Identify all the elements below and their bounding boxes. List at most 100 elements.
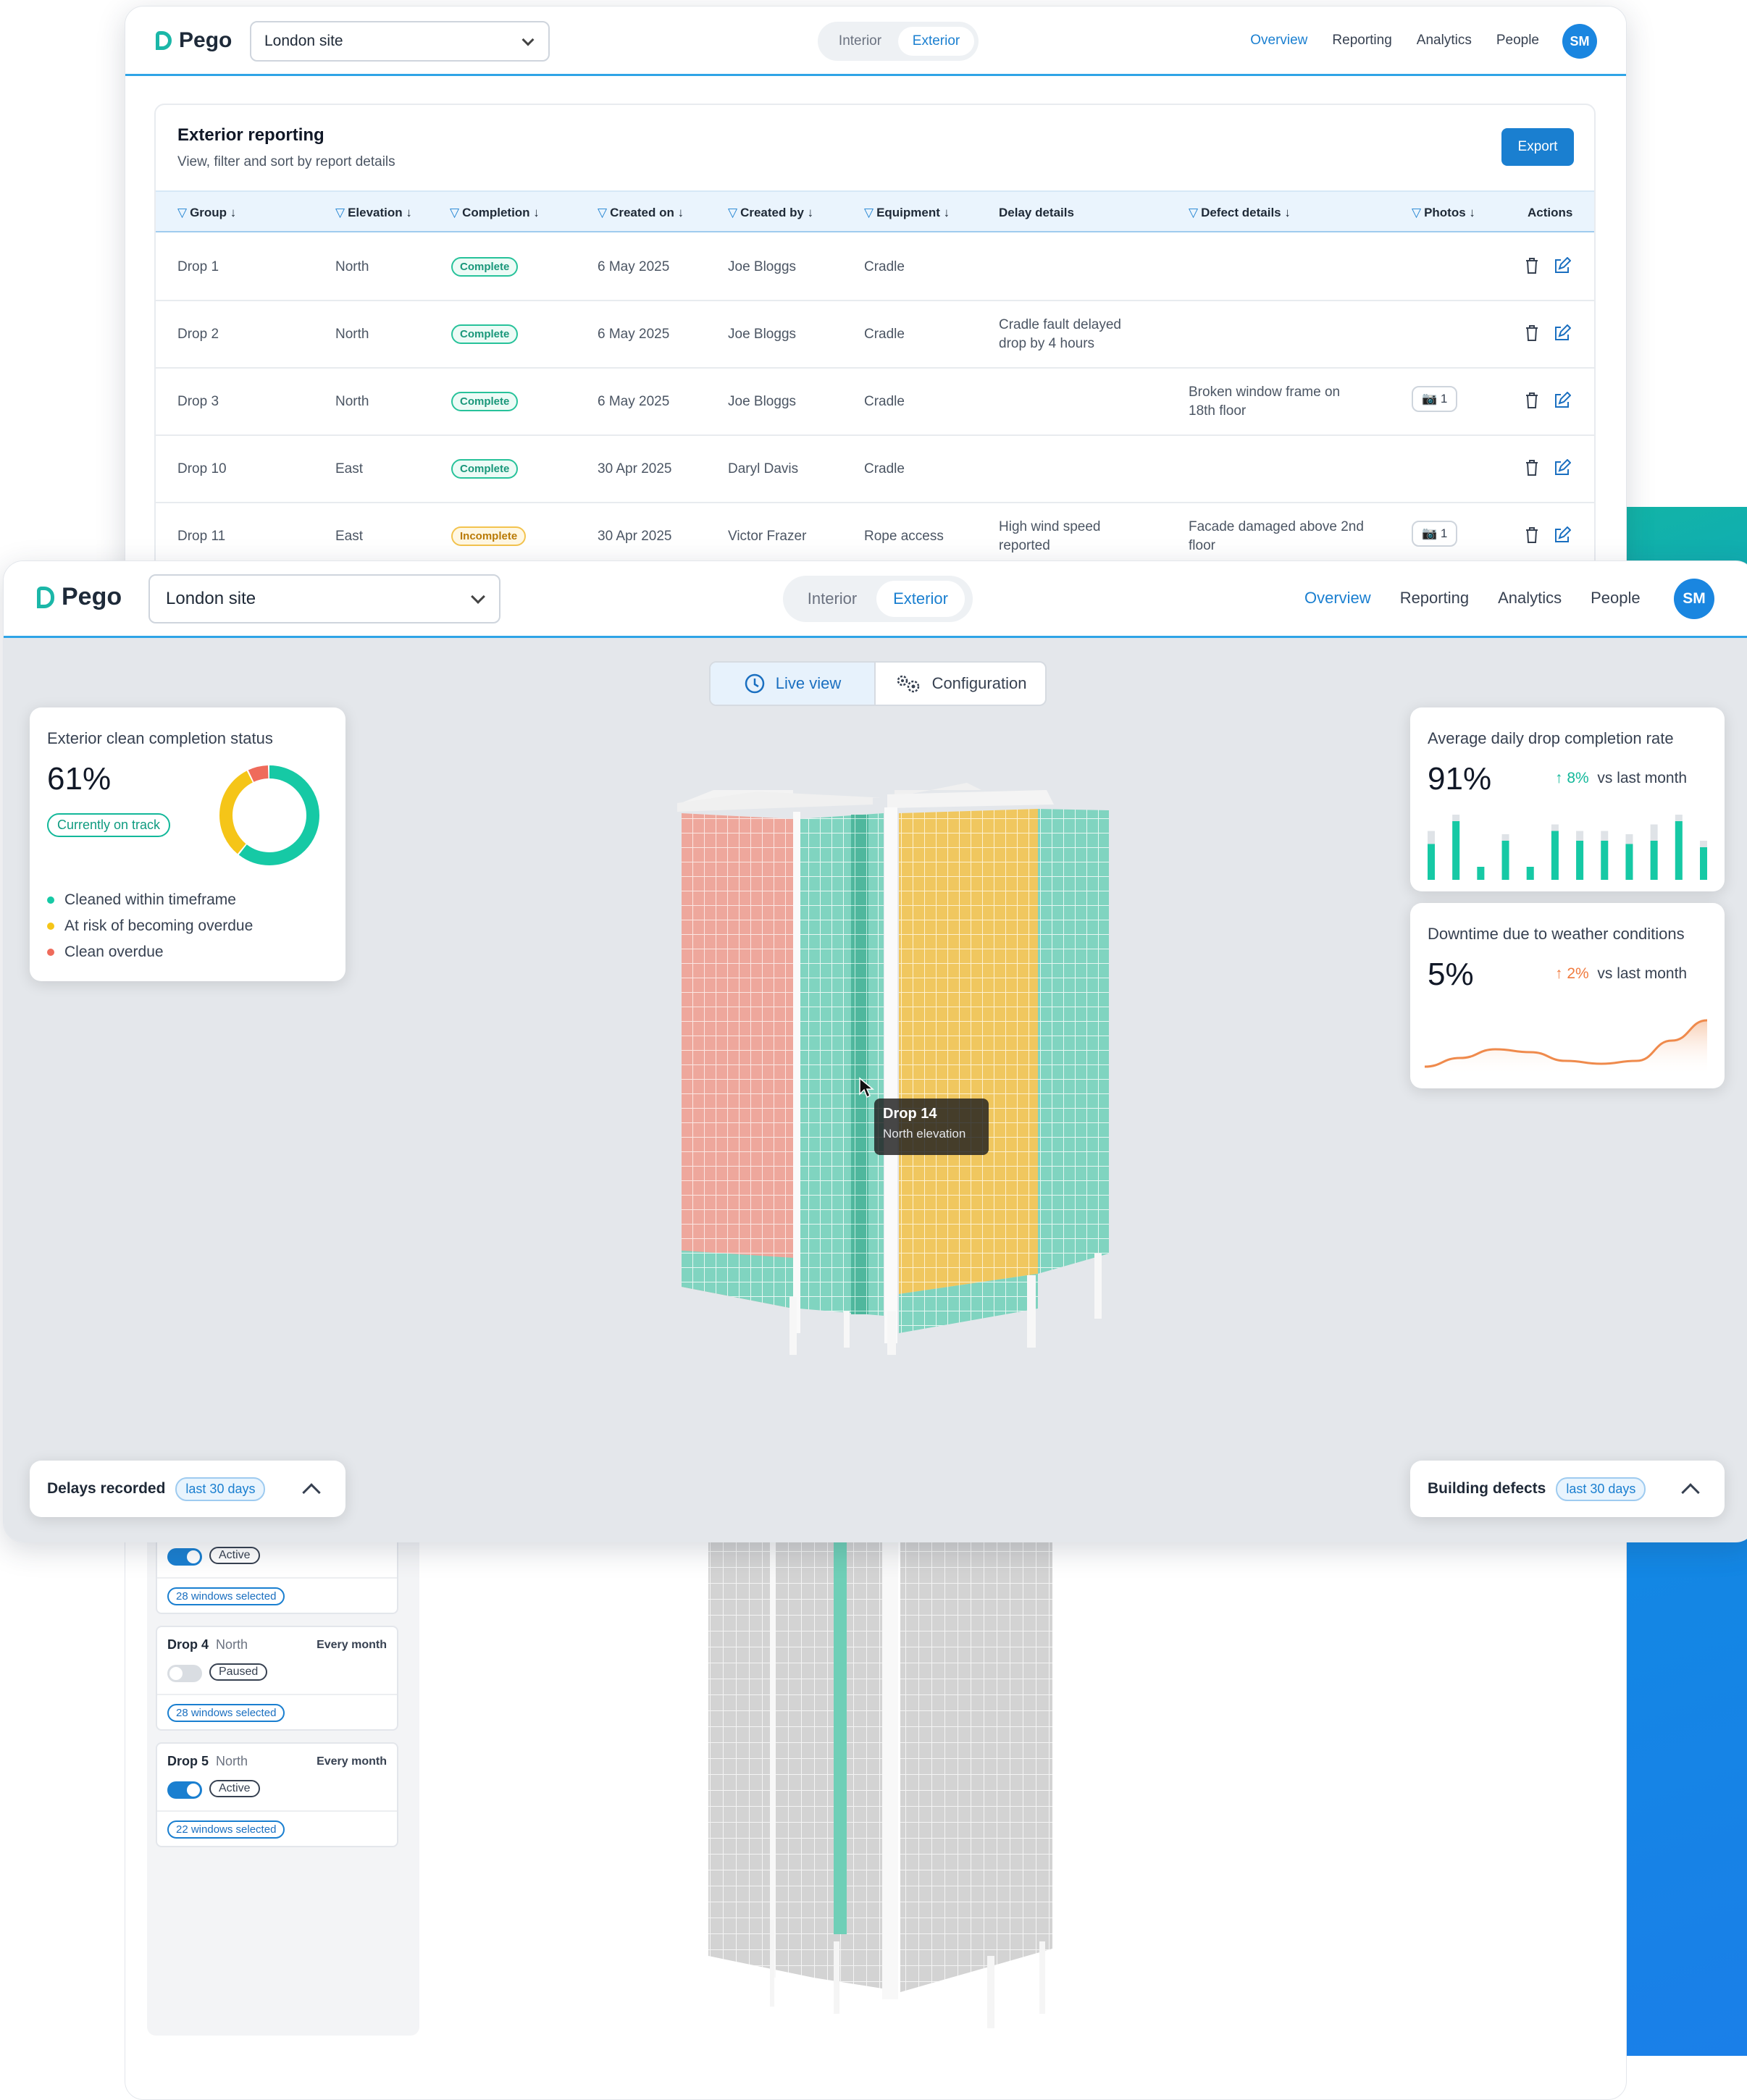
completion-badge: Complete — [451, 324, 519, 344]
tab-configuration[interactable]: Configuration — [876, 663, 1045, 705]
delete-icon[interactable] — [1525, 459, 1539, 481]
edit-icon[interactable] — [1554, 526, 1572, 548]
status-badge: Active — [209, 1780, 260, 1797]
windows-selected-badge[interactable]: 28 windows selected — [167, 1704, 285, 1722]
bar — [1700, 847, 1707, 880]
delays-recorded-panel[interactable]: Delays recorded last 30 days — [30, 1461, 345, 1517]
chevron-up-icon[interactable] — [302, 1483, 321, 1502]
col-delay-details: Delay details — [999, 206, 1074, 219]
tab-exterior[interactable]: Exterior — [876, 581, 965, 617]
nav-people[interactable]: People — [1496, 33, 1539, 49]
nav-reporting[interactable]: Reporting — [1332, 33, 1391, 49]
cell-created-on: 6 May 2025 — [598, 394, 670, 409]
windows-selected-badge[interactable]: 28 windows selected — [167, 1587, 285, 1605]
bar — [1576, 841, 1584, 880]
nav-reporting[interactable]: Reporting — [1400, 589, 1469, 608]
drop-elevation: North — [216, 1637, 248, 1652]
chevron-up-icon[interactable] — [1681, 1483, 1700, 1502]
edit-icon[interactable] — [1554, 324, 1572, 346]
delete-icon[interactable] — [1525, 392, 1539, 413]
drop-frequency: Every month — [317, 1755, 387, 1768]
cell-created-by: Joe Bloggs — [728, 259, 797, 274]
nav-overview[interactable]: Overview — [1304, 589, 1371, 608]
bar — [1625, 844, 1633, 880]
cell-delay-details: reported — [999, 538, 1050, 553]
tab-exterior[interactable]: Exterior — [898, 27, 974, 56]
delete-icon[interactable] — [1525, 324, 1539, 346]
cell-elevation: East — [335, 461, 364, 476]
user-avatar[interactable]: SM — [1674, 579, 1714, 619]
edit-icon[interactable] — [1554, 458, 1572, 481]
legend-dot — [47, 923, 54, 931]
top-nav: Pego London site Interior Exterior Overv… — [125, 7, 1626, 76]
nav-overview[interactable]: Overview — [1250, 33, 1307, 49]
completion-donut-chart — [219, 765, 319, 865]
col-created-by[interactable]: ▽ Created by ↓ — [728, 206, 813, 220]
user-avatar[interactable]: SM — [1562, 24, 1597, 59]
building-defects-panel[interactable]: Building defects last 30 days — [1410, 1461, 1725, 1517]
site-selector[interactable]: London site — [148, 574, 500, 623]
cell-group: Drop 10 — [177, 461, 227, 476]
legend-item-overdue: Clean overdue — [47, 939, 253, 965]
live-view-window: Pego London site Interior Exterior Overv… — [3, 560, 1747, 1542]
time-range-badge: last 30 days — [1556, 1477, 1646, 1501]
col-equipment[interactable]: ▽ Equipment ↓ — [864, 206, 950, 220]
delete-icon[interactable] — [1525, 526, 1539, 548]
pego-logo: Pego — [37, 583, 122, 611]
drop-config-item[interactable]: Drop 4 North Every month Paused 28 windows … — [156, 1626, 398, 1731]
clock-icon — [745, 673, 764, 694]
cell-group: Drop 11 — [177, 529, 226, 544]
col-defect-details[interactable]: ▽ Defect details ↓ — [1189, 206, 1291, 220]
col-elevation[interactable]: ▽ Elevation ↓ — [335, 206, 412, 220]
daily-rate-panel: Average daily drop completion rate 91% ↑… — [1410, 707, 1725, 891]
area-fill — [1425, 1020, 1707, 1075]
legend-dot — [47, 949, 54, 957]
nav-people[interactable]: People — [1591, 589, 1641, 608]
active-toggle[interactable] — [167, 1548, 202, 1566]
tab-interior[interactable]: Interior — [788, 581, 876, 617]
tab-live-view[interactable]: Live view — [711, 663, 876, 705]
downtime-area-chart — [1425, 1019, 1708, 1075]
col-completion[interactable]: ▽ Completion ↓ — [450, 206, 540, 220]
interior-exterior-toggle[interactable]: Interior Exterior — [818, 22, 979, 61]
export-button[interactable]: Export — [1501, 128, 1574, 166]
cell-created-on: 6 May 2025 — [598, 259, 670, 274]
active-toggle[interactable] — [167, 1781, 202, 1799]
table-row: Drop 2 North Complete 6 May 2025 Joe Bloggs C… — [156, 301, 1594, 369]
building-3d-model[interactable] — [670, 776, 1119, 1355]
delete-icon[interactable] — [1525, 257, 1539, 279]
edit-icon[interactable] — [1554, 256, 1572, 279]
active-toggle[interactable] — [167, 1665, 202, 1682]
nav-analytics[interactable]: Analytics — [1498, 589, 1562, 608]
bar — [1601, 841, 1609, 880]
col-photos[interactable]: ▽ Photos ↓ — [1412, 206, 1475, 220]
edit-icon[interactable] — [1554, 391, 1572, 413]
windows-selected-badge[interactable]: 22 windows selected — [167, 1820, 285, 1839]
photos-button[interactable]: 📷 1 — [1412, 521, 1458, 547]
completion-badge: Incomplete — [451, 526, 527, 546]
completion-status-panel: Exterior clean completion status 61% Cur… — [30, 707, 345, 981]
table-header: ▽ Group ↓ ▽ Elevation ↓ ▽ Completion ↓ ▽ Cre… — [156, 190, 1594, 232]
photos-button[interactable]: 📷 1 — [1412, 386, 1458, 412]
cell-group: Drop 1 — [177, 259, 219, 274]
cell-created-by: Joe Bloggs — [728, 327, 797, 342]
bar — [1452, 821, 1460, 880]
tab-interior[interactable]: Interior — [822, 27, 898, 56]
status-badge: Currently on track — [47, 813, 171, 837]
nav-links: Overview Reporting Analytics People — [1304, 589, 1641, 608]
legend-item-at-risk: At risk of becoming overdue — [47, 913, 253, 939]
cell-created-by: Daryl Davis — [728, 461, 799, 476]
legend-item-cleaned: Cleaned within timeframe — [47, 887, 253, 913]
cell-group: Drop 3 — [177, 394, 219, 409]
col-created-on[interactable]: ▽ Created on ↓ — [598, 206, 684, 220]
cell-created-by: Joe Bloggs — [728, 394, 797, 409]
cell-equipment: Cradle — [864, 327, 905, 342]
site-selector[interactable]: London site — [250, 21, 550, 62]
interior-exterior-toggle[interactable]: Interior Exterior — [783, 576, 973, 622]
bar — [1526, 867, 1534, 880]
col-group[interactable]: ▽ Group ↓ — [177, 206, 236, 220]
bar — [1551, 831, 1559, 880]
cell-created-by: Victor Frazer — [728, 529, 807, 544]
nav-analytics[interactable]: Analytics — [1417, 33, 1472, 49]
drop-config-item[interactable]: Drop 5 North Every month Active 22 windows … — [156, 1742, 398, 1847]
